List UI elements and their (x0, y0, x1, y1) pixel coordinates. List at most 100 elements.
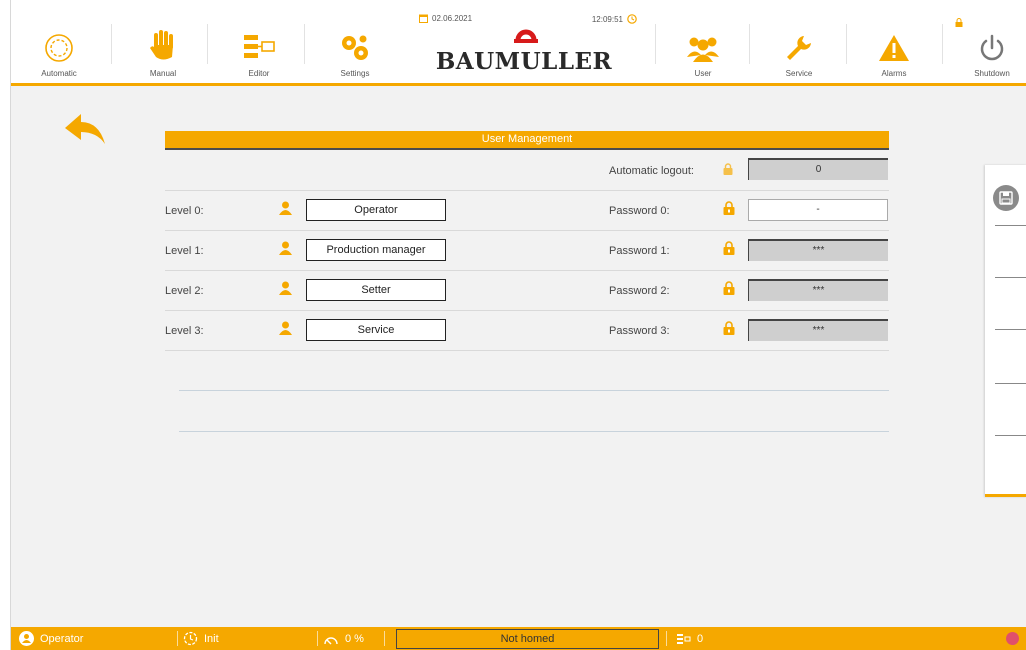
lock-icon (723, 281, 735, 295)
status-divider (384, 631, 385, 646)
status-user-label: Operator (40, 632, 84, 645)
program-icon (677, 633, 691, 644)
level-row-3: Level 3: Service Password 3: *** (165, 311, 889, 351)
panel-title: User Management (165, 131, 889, 148)
nav-divider (207, 24, 208, 64)
lock-icon (723, 163, 733, 175)
password-field[interactable]: *** (748, 319, 888, 341)
side-toolbar (985, 165, 1026, 497)
status-program-label: 0 (697, 632, 704, 645)
toolbar-divider (995, 225, 1026, 226)
lock-icon (723, 241, 735, 255)
nav-shutdown-label: Shutdown (974, 69, 1010, 78)
clock-icon (627, 14, 637, 24)
divider (179, 390, 889, 391)
nav-shutdown[interactable]: Shutdown (959, 0, 1025, 83)
nav-editor-label: Editor (248, 69, 270, 78)
save-button[interactable] (993, 185, 1019, 211)
level-label: Level 3: (165, 325, 204, 337)
nav-automatic-label: Automatic (41, 69, 77, 78)
lock-icon (723, 201, 735, 215)
save-icon (999, 191, 1013, 205)
level-name-field[interactable]: Service (306, 319, 446, 341)
nav-divider (655, 24, 656, 64)
alarm-icon (879, 35, 909, 61)
status-speed: 0 % (323, 627, 364, 650)
nav-settings[interactable]: Settings (315, 0, 395, 83)
user-icon (279, 201, 292, 215)
level-label: Level 0: (165, 205, 204, 217)
toolbar-divider (995, 277, 1026, 278)
level-row-1: Level 1: Production manager Password 1: … (165, 231, 889, 271)
status-user[interactable]: Operator (19, 627, 83, 650)
toolbar-divider (995, 435, 1026, 436)
status-state: Init (183, 627, 219, 650)
password-field[interactable]: *** (748, 279, 888, 301)
homing-status: Not homed (396, 629, 659, 649)
nav-manual[interactable]: Manual (123, 0, 203, 83)
app-frame: Automatic Manual Editor Settings 02.06.2… (10, 0, 1026, 650)
status-bar: Operator Init 0 % Not homed 0 (11, 627, 1026, 650)
init-icon (183, 631, 198, 646)
user-badge-icon (19, 631, 34, 646)
nav-alarms[interactable]: Alarms (854, 0, 934, 83)
level-label: Level 2: (165, 285, 204, 297)
panel-divider (165, 148, 889, 150)
level-row-2: Level 2: Setter Password 2: *** (165, 271, 889, 311)
auto-logout-label: Automatic logout: (609, 165, 694, 177)
back-button[interactable] (63, 112, 107, 151)
level-name-field[interactable]: Production manager (306, 239, 446, 261)
baumuller-logo-icon (514, 22, 538, 49)
nav-editor[interactable]: Editor (219, 0, 299, 83)
nav-divider (749, 24, 750, 64)
user-icon (279, 321, 292, 335)
speedometer-icon (324, 636, 338, 644)
nav-user-label: User (694, 69, 712, 78)
status-divider (177, 631, 178, 646)
row-divider (165, 350, 889, 351)
nav-manual-label: Manual (149, 69, 177, 78)
nav-divider (846, 24, 847, 64)
wrench-icon (787, 36, 811, 60)
editor-icon (244, 35, 275, 58)
user-management-panel: User Management Automatic logout: 0 Leve… (165, 131, 889, 432)
nav-alarms-label: Alarms (881, 69, 907, 78)
date-text: 02.06.2021 (432, 14, 473, 23)
gears-icon (342, 35, 368, 60)
nav-user[interactable]: User (663, 0, 743, 83)
calendar-icon (419, 14, 428, 23)
password-field[interactable]: - (748, 199, 888, 221)
auto-logout-field[interactable]: 0 (748, 158, 888, 180)
alarm-indicator (1006, 632, 1019, 645)
brand-header: 02.06.2021 BAUMULLER 12:09:51 (409, 0, 669, 83)
status-speed-label: 0 % (345, 632, 364, 645)
nav-service[interactable]: Service (759, 0, 839, 83)
password-field[interactable]: *** (748, 239, 888, 261)
password-label: Password 1: (609, 245, 670, 257)
toolbar-divider (995, 383, 1026, 384)
nav-automatic[interactable]: Automatic (19, 0, 99, 83)
level-name-field[interactable]: Operator (306, 199, 446, 221)
nav-settings-label: Settings (340, 69, 370, 78)
status-divider (666, 631, 667, 646)
nav-service-label: Service (785, 69, 813, 78)
level-row-0: Level 0: Operator Password 0: - (165, 191, 889, 231)
lock-icon (723, 321, 735, 335)
divider (179, 431, 889, 432)
time-display: 12:09:51 (592, 14, 637, 24)
status-divider (317, 631, 318, 646)
status-state-label: Init (204, 632, 219, 645)
level-label: Level 1: (165, 245, 204, 257)
time-text: 12:09:51 (591, 14, 623, 24)
nav-divider (304, 24, 305, 64)
users-icon (687, 37, 719, 62)
user-icon (279, 281, 292, 295)
power-icon (980, 34, 1004, 61)
top-nav-bar: Automatic Manual Editor Settings 02.06.2… (11, 0, 1026, 86)
back-arrow-icon (65, 114, 105, 144)
level-name-field[interactable]: Setter (306, 279, 446, 301)
nav-divider (942, 24, 943, 64)
password-label: Password 0: (609, 205, 670, 217)
user-icon (279, 241, 292, 255)
hand-icon (150, 30, 173, 60)
